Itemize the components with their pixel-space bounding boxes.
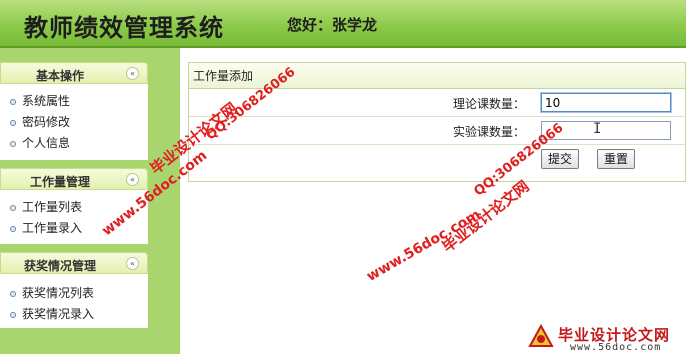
watermark-logo: 毕业设计论文网 www.56doc.com bbox=[520, 322, 686, 354]
logo-url: www.56doc.com bbox=[570, 342, 662, 353]
sidebar-item-label: 工作量列表 bbox=[22, 200, 83, 214]
form-row-actions: 提交 重置 bbox=[189, 145, 685, 173]
bullet-icon bbox=[10, 99, 16, 105]
sidebar-item-awards-list[interactable]: 获奖情况列表 bbox=[0, 283, 148, 304]
form-row-lab: 实验课数量： I bbox=[189, 117, 685, 145]
menu-group-title: 工作量管理 bbox=[29, 175, 90, 189]
menu-group-header-workload[interactable]: 工作量管理 « bbox=[0, 168, 148, 190]
sidebar-item-label: 系统属性 bbox=[22, 94, 71, 108]
sidebar-item-label: 获奖情况列表 bbox=[22, 286, 95, 300]
sidebar-item-system-properties[interactable]: 系统属性 bbox=[0, 91, 148, 112]
theory-count-label: 理论课数量： bbox=[452, 97, 525, 111]
workload-add-panel: 工作量添加 理论课数量： 实验课数量： I 提交 重置 bbox=[188, 62, 686, 182]
sidebar-item-personal-info[interactable]: 个人信息 bbox=[0, 133, 148, 154]
collapse-icon[interactable]: « bbox=[126, 257, 139, 270]
menu-group-basic: 基本操作 « 系统属性 密码修改 个人信息 bbox=[0, 62, 148, 160]
collapse-icon[interactable]: « bbox=[126, 173, 139, 186]
bullet-icon bbox=[10, 205, 16, 211]
sidebar-item-awards-entry[interactable]: 获奖情况录入 bbox=[0, 304, 148, 325]
menu-group-title: 获奖情况管理 bbox=[23, 259, 96, 273]
sidebar-item-label: 个人信息 bbox=[22, 136, 71, 150]
bullet-icon bbox=[10, 291, 16, 297]
sidebar-item-label: 工作量录入 bbox=[22, 221, 83, 235]
sidebar-item-change-password[interactable]: 密码修改 bbox=[0, 112, 148, 133]
logo-icon bbox=[528, 324, 554, 347]
sidebar-item-label: 获奖情况录入 bbox=[22, 307, 95, 321]
bullet-icon bbox=[10, 120, 16, 126]
menu-group-header-basic[interactable]: 基本操作 « bbox=[0, 62, 148, 84]
user-greeting: 您好：张学龙 bbox=[287, 16, 378, 34]
text-cursor-icon: I bbox=[593, 121, 602, 137]
lab-count-label: 实验课数量： bbox=[452, 125, 525, 139]
submit-button[interactable]: 提交 bbox=[541, 149, 580, 169]
bullet-icon bbox=[10, 141, 16, 147]
collapse-icon[interactable]: « bbox=[126, 67, 139, 80]
menu-group-header-awards[interactable]: 获奖情况管理 « bbox=[0, 252, 148, 274]
menu-group-awards: 获奖情况管理 « 获奖情况列表 获奖情况录入 bbox=[0, 252, 148, 328]
sidebar-item-label: 密码修改 bbox=[22, 115, 71, 129]
reset-button[interactable]: 重置 bbox=[597, 149, 636, 169]
menu-group-title: 基本操作 bbox=[35, 69, 84, 83]
bullet-icon bbox=[10, 312, 16, 318]
theory-count-input[interactable] bbox=[541, 93, 671, 112]
bullet-icon bbox=[10, 226, 16, 232]
app-header: 教师绩效管理系统 您好：张学龙 bbox=[0, 0, 686, 48]
app-title: 教师绩效管理系统 bbox=[24, 13, 224, 42]
